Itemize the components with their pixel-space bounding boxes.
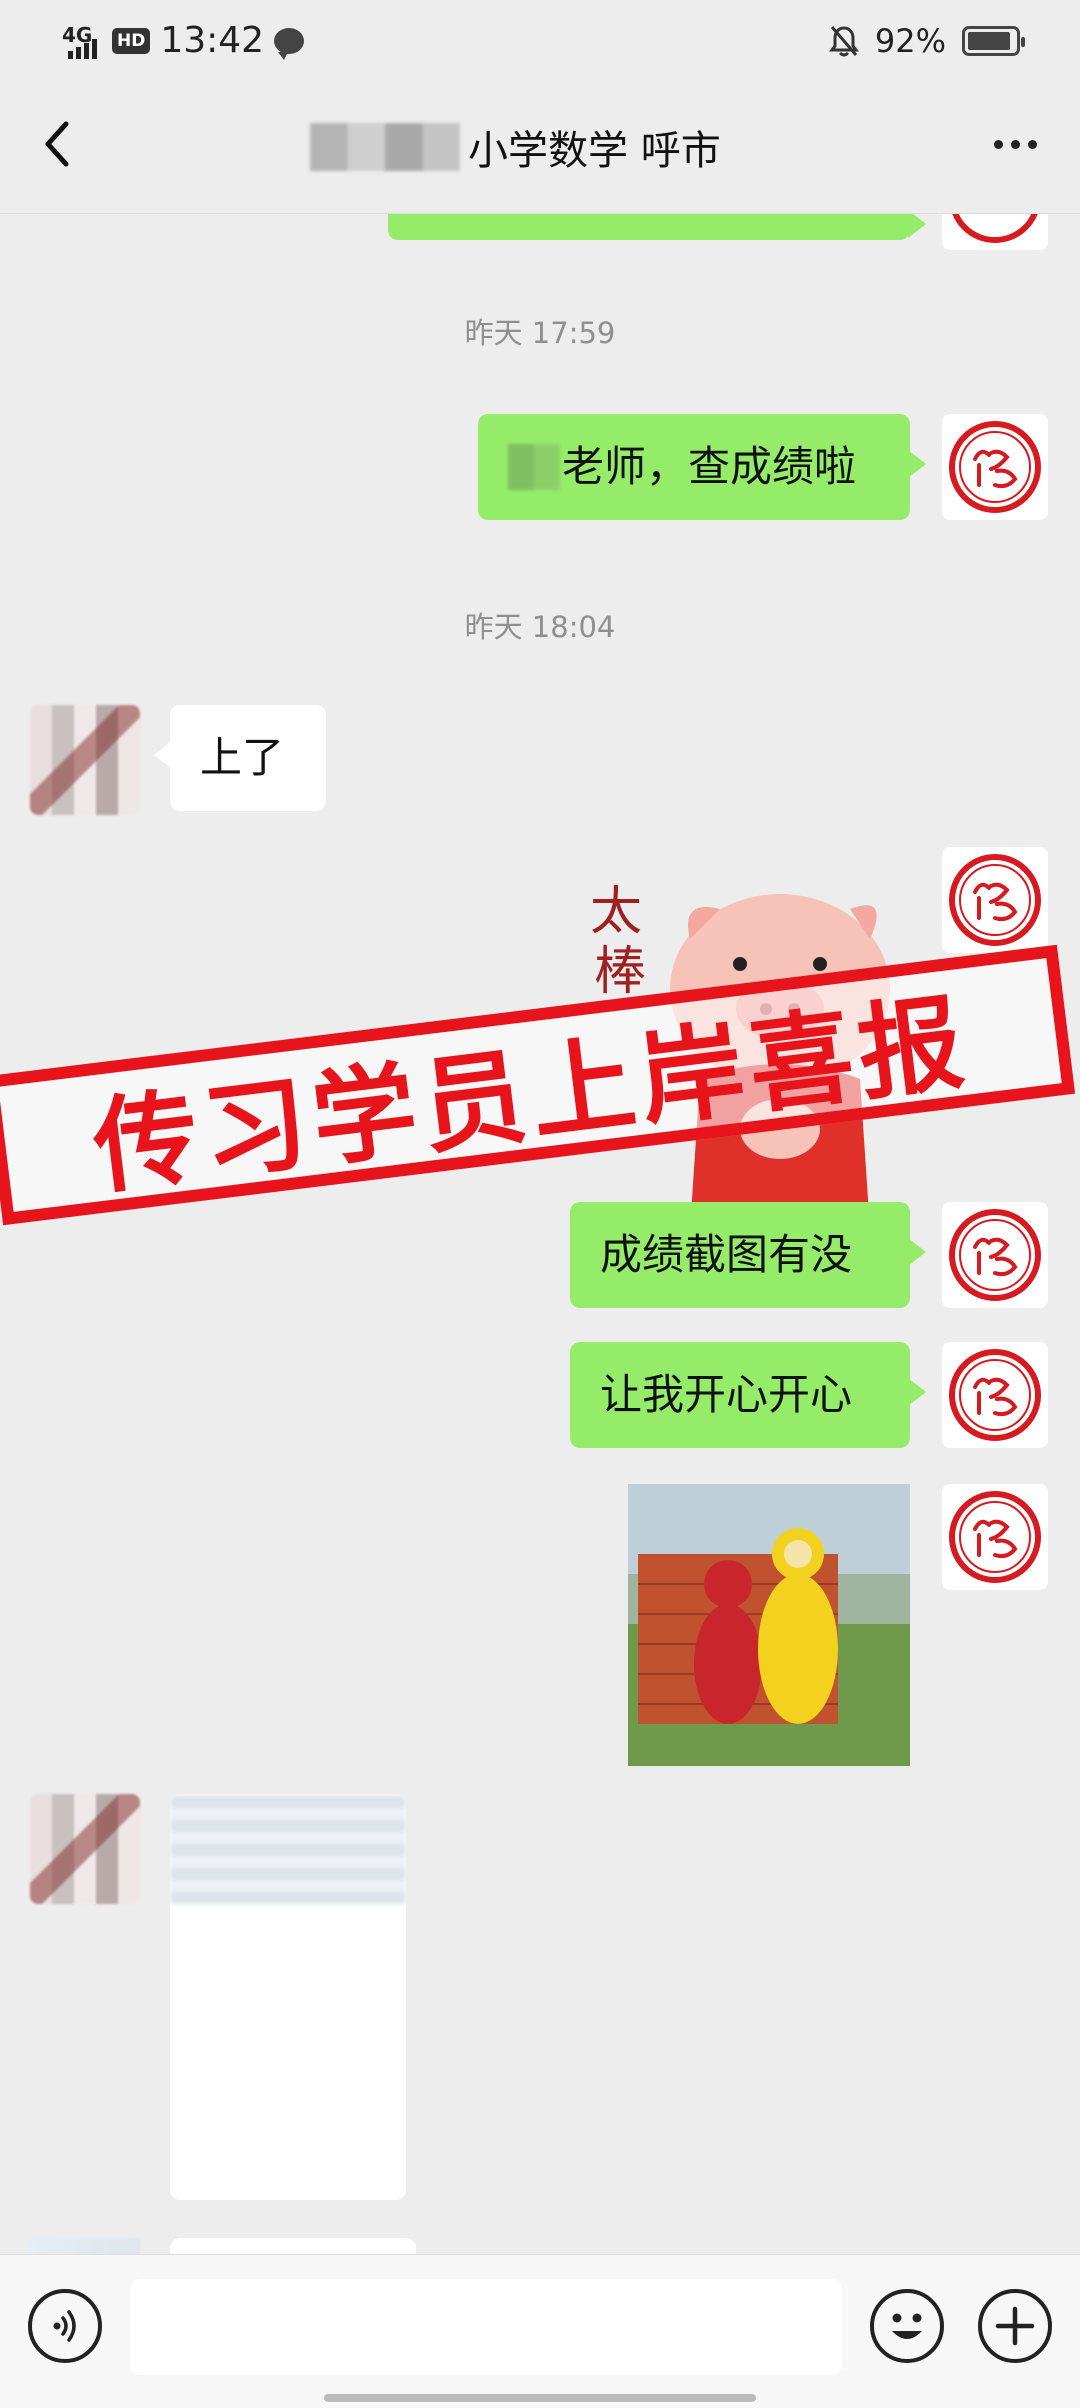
redacted-name-chip	[508, 444, 560, 490]
status-time: 13:42	[160, 20, 265, 61]
message-notification-icon	[274, 27, 305, 60]
chat-header: 小学数学 呼市	[0, 84, 1080, 214]
self-avatar[interactable]	[942, 1342, 1048, 1448]
battery-icon	[962, 26, 1025, 56]
more-dot-icon	[1010, 139, 1020, 149]
message-bubble-incoming[interactable]: 上了	[154, 705, 326, 811]
chuanxi-logo-icon	[949, 1491, 1041, 1583]
teletubbies-gif[interactable]	[628, 1484, 910, 1766]
self-avatar[interactable]	[942, 414, 1048, 520]
chuanxi-logo-icon	[949, 854, 1041, 946]
score-screenshot-image[interactable]	[170, 1794, 406, 2200]
contact-avatar[interactable]	[30, 1794, 140, 1904]
hd-badge: HD	[112, 27, 151, 54]
timestamp: 昨天 17:59	[464, 316, 616, 350]
home-indicator[interactable]	[324, 2394, 756, 2402]
message-text: 老师，查成绩啦	[562, 441, 857, 491]
status-left: 4G HD 13:42	[62, 20, 305, 61]
timestamp: 昨天 18:04	[464, 610, 616, 644]
voice-input-button[interactable]	[28, 2289, 102, 2363]
plus-icon	[995, 2306, 1035, 2346]
svg-text:太: 太	[590, 882, 642, 942]
self-avatar[interactable]	[942, 1484, 1048, 1590]
signal-icon: 4G	[62, 23, 102, 59]
emoji-button[interactable]	[870, 2289, 944, 2363]
message-bubble-partial[interactable]	[170, 2238, 416, 2254]
chat-title-text: 小学数学 呼市	[468, 128, 721, 174]
self-avatar[interactable]	[942, 1202, 1048, 1308]
status-bar: 4G HD 13:42 92%	[0, 0, 1080, 84]
chuanxi-logo-icon	[949, 1349, 1041, 1441]
redacted-name	[310, 123, 460, 171]
message-bubble-outgoing[interactable]: 让我开心开心	[570, 1342, 926, 1448]
chat-title: 小学数学 呼市	[310, 118, 721, 176]
message-text: 让我开心开心	[600, 1369, 853, 1419]
more-functions-button[interactable]	[978, 2289, 1052, 2363]
message-bubble-outgoing[interactable]: 老师，查成绩啦	[478, 414, 926, 520]
contact-avatar-partial[interactable]	[30, 2238, 140, 2254]
redacted-score-content	[170, 1794, 406, 1904]
chevron-left-icon	[45, 121, 69, 167]
chat-messages[interactable]: 昨天 17:59 老师，查成绩啦 昨天 18:04 上了 太 棒 成绩截图有没 …	[0, 214, 1080, 2254]
battery-percentage: 92%	[874, 22, 946, 60]
smiley-icon	[892, 2313, 922, 2339]
input-bar	[0, 2254, 1080, 2408]
chuanxi-logo-icon	[952, 214, 1038, 243]
status-right: 92%	[828, 22, 1025, 60]
message-input[interactable]	[130, 2279, 842, 2375]
contact-avatar[interactable]	[30, 705, 140, 815]
self-avatar[interactable]	[942, 847, 1048, 953]
more-options-button[interactable]	[980, 114, 1050, 174]
bell-off-icon	[828, 26, 859, 57]
svg-text:棒: 棒	[594, 942, 646, 1002]
chuanxi-logo-icon	[949, 421, 1041, 513]
back-button[interactable]	[30, 114, 90, 174]
message-text: 成绩截图有没	[600, 1229, 853, 1279]
more-dot-icon	[993, 139, 1003, 149]
chuanxi-logo-icon	[949, 1209, 1041, 1301]
message-text: 上了	[200, 732, 285, 782]
message-bubble-outgoing[interactable]: 成绩截图有没	[570, 1202, 926, 1308]
teletubbies-image-icon	[628, 1484, 910, 1766]
more-dot-icon	[1027, 139, 1037, 149]
message-bubble-clipped[interactable]	[388, 214, 926, 240]
self-avatar[interactable]	[942, 214, 1048, 250]
voice-icon	[53, 2310, 76, 2342]
